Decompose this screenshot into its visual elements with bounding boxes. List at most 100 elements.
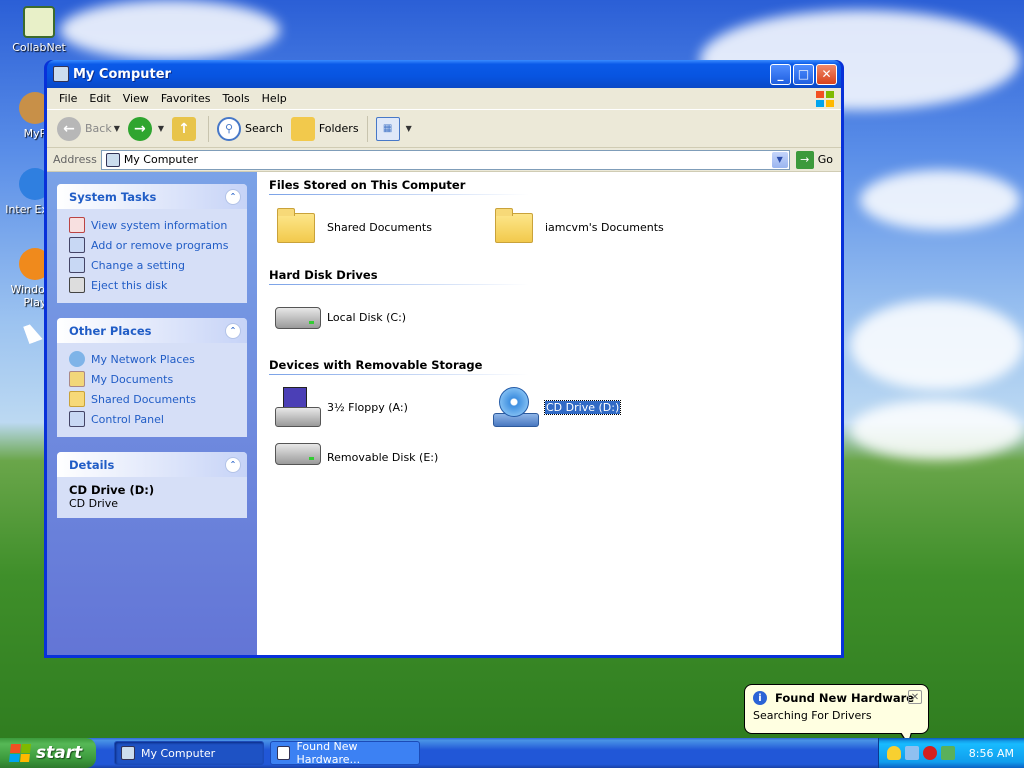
other-places-header[interactable]: Other Places ⌃ xyxy=(57,318,247,343)
menu-file[interactable]: File xyxy=(53,92,83,105)
my-documents-icon xyxy=(69,371,85,387)
folders-icon xyxy=(290,116,315,141)
go-button[interactable]: → Go xyxy=(790,150,841,169)
back-label: Back xyxy=(85,122,112,135)
search-label: Search xyxy=(245,122,283,135)
task-label: View system information xyxy=(91,218,228,232)
menu-tools[interactable]: Tools xyxy=(217,92,256,105)
task-view-system-information[interactable]: View system information xyxy=(69,215,237,235)
start-button[interactable]: start xyxy=(0,738,96,768)
system-tasks-panel: System Tasks ⌃ View system information A… xyxy=(57,184,247,303)
collapse-icon[interactable]: ⌃ xyxy=(225,456,241,473)
group-header-hard-disks: Hard Disk Drives xyxy=(269,268,378,282)
taskbar-button-found-new-hardware[interactable]: Found New Hardware... xyxy=(270,740,420,766)
system-info-icon xyxy=(69,217,85,233)
balloon-close-button[interactable]: ✕ xyxy=(908,690,922,704)
add-remove-programs-icon xyxy=(69,237,85,253)
item-shared-documents[interactable]: Shared Documents xyxy=(269,199,487,255)
collapse-icon[interactable]: ⌃ xyxy=(225,322,241,339)
folders-button[interactable]: Folders xyxy=(287,114,363,144)
address-field[interactable]: My Computer ▼ xyxy=(100,149,790,170)
task-change-setting[interactable]: Change a setting xyxy=(69,255,237,275)
address-value: My Computer xyxy=(123,153,198,166)
search-icon: ⚲ xyxy=(217,116,242,141)
item-local-disk-c[interactable]: Local Disk (C:) xyxy=(269,289,487,345)
group-divider xyxy=(269,374,529,375)
views-icon: ▦ xyxy=(375,116,400,141)
taskbar-button-my-computer[interactable]: My Computer xyxy=(114,741,264,765)
file-list-pane: Files Stored on This Computer Shared Doc… xyxy=(257,172,841,655)
close-button[interactable]: ✕ xyxy=(816,63,837,85)
window-title: My Computer xyxy=(73,66,171,82)
forward-button[interactable]: → ▼ xyxy=(124,114,168,144)
menu-view[interactable]: View xyxy=(117,92,155,105)
system-tray: 8:56 AM xyxy=(878,738,1024,768)
back-button[interactable]: ← Back ▼ xyxy=(53,114,124,144)
back-arrow-icon: ← xyxy=(57,116,81,141)
place-control-panel[interactable]: Control Panel xyxy=(69,409,237,429)
place-label: My Network Places xyxy=(91,352,195,366)
task-eject-disk[interactable]: Eject this disk xyxy=(69,275,237,295)
panel-title: Other Places xyxy=(69,323,152,338)
item-user-documents[interactable]: iamcvm's Documents xyxy=(487,199,705,255)
hard-disk-icon xyxy=(275,307,321,329)
item-label: iamcvm's Documents xyxy=(545,220,664,234)
minimize-button[interactable]: _ xyxy=(770,63,791,85)
menu-favorites[interactable]: Favorites xyxy=(155,92,217,105)
collapse-icon[interactable]: ⌃ xyxy=(225,188,241,205)
details-header[interactable]: Details ⌃ xyxy=(57,452,247,477)
desktop-icon-collabnet[interactable]: CollabNet xyxy=(4,6,74,54)
security-shield-icon[interactable] xyxy=(887,746,901,760)
antivirus-icon[interactable] xyxy=(923,746,937,760)
address-dropdown-button[interactable]: ▼ xyxy=(771,151,788,168)
chevron-down-icon: ▼ xyxy=(405,124,412,133)
item-label: 3½ Floppy (A:) xyxy=(327,400,408,414)
search-button[interactable]: ⚲ Search xyxy=(213,114,287,144)
place-shared-documents[interactable]: Shared Documents xyxy=(69,389,237,409)
maximize-button[interactable]: □ xyxy=(793,63,814,85)
item-removable-disk-e[interactable]: Removable Disk (E:) xyxy=(269,435,487,479)
menu-edit[interactable]: Edit xyxy=(83,92,116,105)
up-folder-icon: ↑ xyxy=(172,116,197,141)
folders-label: Folders xyxy=(318,122,359,135)
system-tasks-header[interactable]: System Tasks ⌃ xyxy=(57,184,247,209)
floppy-drive-icon xyxy=(275,387,321,427)
clock[interactable]: 8:56 AM xyxy=(969,747,1014,760)
group-divider xyxy=(269,284,529,285)
place-my-network-places[interactable]: My Network Places xyxy=(69,349,237,369)
menu-bar: File Edit View Favorites Tools Help xyxy=(47,88,841,110)
up-folder-button[interactable]: ↑ xyxy=(168,114,204,144)
windows-logo-icon xyxy=(816,91,834,107)
control-panel-icon xyxy=(69,257,85,273)
my-computer-window: My Computer _ □ ✕ File Edit View Favorit… xyxy=(44,60,844,658)
place-my-documents[interactable]: My Documents xyxy=(69,369,237,389)
mouse-cursor-icon xyxy=(23,322,43,344)
panel-title: Details xyxy=(69,457,115,472)
item-floppy-a[interactable]: 3½ Floppy (A:) xyxy=(269,379,487,435)
group-divider xyxy=(269,194,529,195)
panel-title: System Tasks xyxy=(69,189,157,204)
computer-icon xyxy=(105,152,120,167)
notification-balloon[interactable]: i Found New Hardware ✕ Searching For Dri… xyxy=(744,684,929,745)
item-cd-drive-d[interactable]: CD Drive (D:) xyxy=(487,379,705,435)
network-icon xyxy=(69,351,85,367)
menu-help[interactable]: Help xyxy=(256,92,293,105)
hardware-icon[interactable] xyxy=(941,746,955,760)
cd-drive-icon xyxy=(493,387,539,427)
views-button[interactable]: ▦ ▼ xyxy=(372,114,416,144)
go-arrow-icon: → xyxy=(795,150,814,169)
window-content: System Tasks ⌃ View system information A… xyxy=(47,172,841,655)
go-label: Go xyxy=(817,153,833,166)
title-bar[interactable]: My Computer _ □ ✕ xyxy=(47,60,841,88)
task-pane: System Tasks ⌃ View system information A… xyxy=(47,172,257,655)
task-label: Add or remove programs xyxy=(91,238,229,252)
task-add-remove-programs[interactable]: Add or remove programs xyxy=(69,235,237,255)
place-label: Control Panel xyxy=(91,412,164,426)
windows-flag-icon xyxy=(9,744,31,762)
taskbar-button-label: Found New Hardware... xyxy=(296,740,361,766)
place-label: Shared Documents xyxy=(91,392,196,406)
network-icon[interactable] xyxy=(905,746,919,760)
toolbar: ← Back ▼ → ▼ ↑ ⚲ Search Folders ▦ ▼ xyxy=(47,110,841,148)
start-label: start xyxy=(36,743,83,763)
address-bar: Address My Computer ▼ → Go xyxy=(47,148,841,172)
